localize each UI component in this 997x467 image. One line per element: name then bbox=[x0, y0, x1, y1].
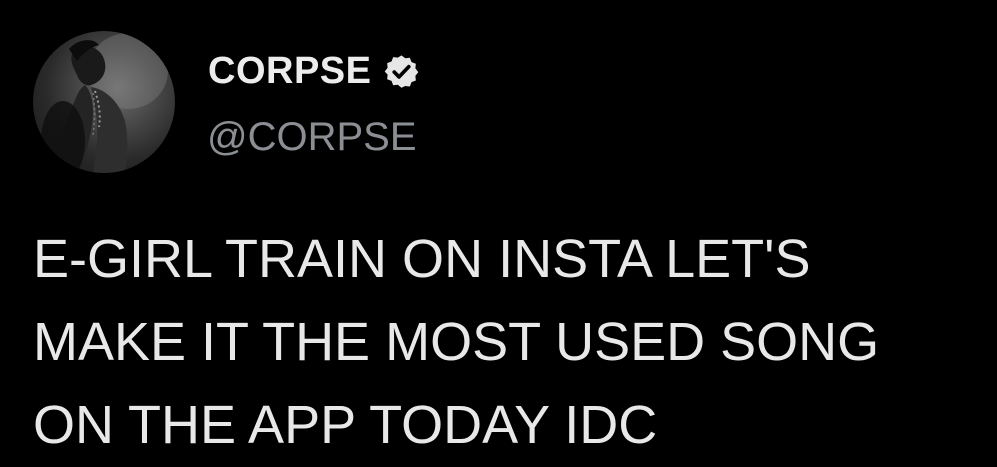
display-name[interactable]: CORPSE bbox=[208, 48, 371, 94]
avatar-photo-icon bbox=[41, 33, 168, 173]
author-name-row[interactable]: CORPSE bbox=[208, 48, 420, 94]
username-handle[interactable]: @CORPSE bbox=[207, 113, 417, 161]
tweet-text: E-GIRL TRAIN ON INSTA LET'S MAKE IT THE … bbox=[33, 229, 880, 455]
avatar[interactable] bbox=[33, 31, 175, 173]
verified-badge-icon bbox=[385, 54, 419, 88]
tweet-card: CORPSE @CORPSE E-GIRL TRAIN ON INSTA LET… bbox=[0, 0, 997, 455]
